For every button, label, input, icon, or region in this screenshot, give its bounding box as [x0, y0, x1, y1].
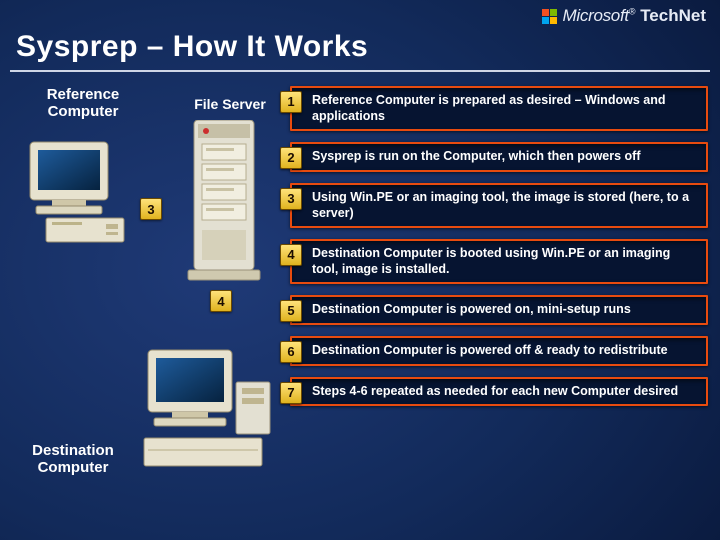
step-item: 6 Destination Computer is powered off & …: [290, 336, 708, 366]
brand-company: Microsoft: [563, 6, 629, 25]
page-title: Sysprep – How It Works: [16, 30, 704, 64]
reference-computer-icon: [22, 136, 132, 251]
step-item: 7 Steps 4-6 repeated as needed for each …: [290, 377, 708, 407]
destination-computer-label: Destination Computer: [18, 442, 128, 477]
registered-mark: ®: [629, 6, 636, 16]
step-item: 4 Destination Computer is booted using W…: [290, 239, 708, 284]
step-number-badge: 2: [280, 147, 302, 169]
brand-product: TechNet: [640, 6, 706, 25]
diagram-badge-4: 4: [210, 290, 232, 312]
step-text: Using Win.PE or an imaging tool, the ima…: [312, 190, 689, 220]
step-number-badge: 6: [280, 341, 302, 363]
step-item: 1 Reference Computer is prepared as desi…: [290, 86, 708, 131]
step-text: Steps 4-6 repeated as needed for each ne…: [312, 384, 678, 398]
step-item: 5 Destination Computer is powered on, mi…: [290, 295, 708, 325]
step-number-badge: 3: [280, 188, 302, 210]
step-text: Destination Computer is booted using Win…: [312, 246, 670, 276]
step-text: Destination Computer is powered on, mini…: [312, 302, 631, 316]
step-text: Sysprep is run on the Computer, which th…: [312, 149, 641, 163]
step-item: 3 Using Win.PE or an imaging tool, the i…: [290, 183, 708, 228]
step-text: Reference Computer is prepared as desire…: [312, 93, 665, 123]
reference-computer-label: Reference Computer: [28, 86, 138, 121]
step-number-badge: 4: [280, 244, 302, 266]
file-server-label: File Server: [186, 96, 274, 112]
destination-computer-icon: [138, 342, 278, 477]
file-server-icon: [184, 120, 274, 295]
brand-logo: Microsoft® TechNet: [542, 6, 706, 26]
diagram-badge-3: 3: [140, 198, 162, 220]
step-item: 2 Sysprep is run on the Computer, which …: [290, 142, 708, 172]
step-number-badge: 1: [280, 91, 302, 113]
step-text: Destination Computer is powered off & re…: [312, 343, 668, 357]
microsoft-squares-icon: [542, 9, 557, 24]
step-number-badge: 5: [280, 300, 302, 322]
steps-list: 1 Reference Computer is prepared as desi…: [290, 86, 708, 406]
title-area: Sysprep – How It Works: [10, 30, 710, 72]
step-number-badge: 7: [280, 382, 302, 404]
